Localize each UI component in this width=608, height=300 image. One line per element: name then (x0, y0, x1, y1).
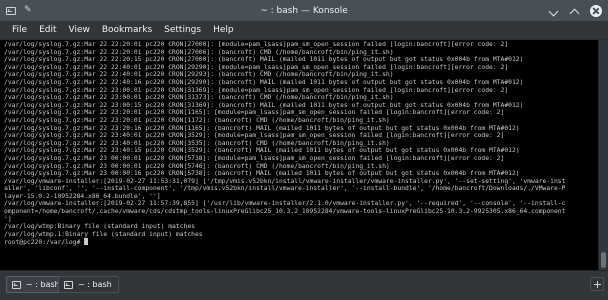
tab-bash-2[interactable]: ~ : bash (58, 276, 119, 293)
window-title: ~ : bash — Konsole (260, 5, 348, 16)
minimize-icon[interactable] (548, 5, 559, 16)
terminal-line: /var/log/syslog.7.gz:Mar 22 23:20:16 pc2… (4, 124, 520, 132)
terminal-line: /var/log/syslog.7.gz:Mar 22 23:40:01 pc2… (4, 139, 390, 147)
terminal-output[interactable]: /var/log/syslog.7.gz:Mar 22 22:20:01 pc2… (0, 40, 598, 270)
terminal-line: /var/log/syslog.7.gz:Mar 22 23:00:15 pc2… (4, 101, 524, 109)
terminal-line: /var/log/wtmp.1:Binary file (standard in… (4, 230, 203, 238)
terminal-line: /var/log/syslog.7.gz:Mar 22 23:20:01 pc2… (4, 116, 390, 124)
terminal-line: /var/log/syslog.7.gz:Mar 23 00:00:01 pc2… (4, 162, 390, 170)
terminal-line: /var/log/syslog.7.gz:Mar 22 23:20:01 pc2… (4, 109, 505, 117)
terminal-scrollbar[interactable] (598, 40, 608, 270)
terminal-line: /var/log/vmware-installer:[2019-02-27 11… (4, 177, 566, 185)
terminal-line: /var/log/vmware-installer:[2019-02-27 11… (4, 200, 566, 208)
scrollbar-thumb[interactable] (601, 252, 606, 268)
menu-file[interactable]: File (6, 21, 33, 40)
terminal-line: /var/log/syslog.7.gz:Mar 22 22:20:01 pc2… (4, 48, 394, 56)
terminal-icon (64, 280, 73, 289)
terminal-line: aller', 'libconf', '', '--install-compon… (4, 185, 566, 193)
terminal-line: /var/log/syslog.7.gz:Mar 22 23:00:01 pc2… (4, 94, 394, 102)
pin-icon[interactable]: ✎ (24, 6, 32, 15)
new-tab-button[interactable] (590, 277, 604, 291)
terminal-cursor (84, 238, 89, 246)
terminal-line: /var/log/syslog.7.gz:Mar 22 23:00:01 pc2… (4, 86, 509, 94)
menu-edit[interactable]: Edit (33, 21, 62, 40)
terminal-line: /var/log/syslog.7.gz:Mar 22 22:40:16 pc2… (4, 78, 524, 86)
menubar: File Edit View Bookmarks Settings Help (0, 21, 608, 40)
terminal-line: root@pc220:/var/log# (4, 238, 598, 246)
terminal-line: /var/log/syslog.7.gz:Mar 22 22:20:15 pc2… (4, 56, 524, 64)
terminal-line: /var/log/syslog.7.gz:Mar 22 23:40:15 pc2… (4, 147, 520, 155)
window-titlebar[interactable]: ✎ ~ : bash — Konsole (0, 0, 608, 21)
terminal-line: /var/log/syslog.7.gz:Mar 22 22:40:01 pc2… (4, 63, 509, 71)
menu-settings[interactable]: Settings (158, 21, 207, 40)
tab-label: ~ : bash (78, 280, 112, 289)
terminal-line: /var/log/wtmp:Binary file (standard inpu… (4, 223, 195, 231)
terminal-icon (12, 280, 21, 289)
terminal-line: /var/log/syslog.7.gz:Mar 23 00:00:01 pc2… (4, 154, 505, 162)
terminal-icon[interactable] (6, 6, 16, 15)
menu-bookmarks[interactable]: Bookmarks (96, 21, 158, 40)
terminal-line: layer-15.0.2-10952284.x86_64.bundle', ''… (4, 192, 161, 200)
terminal-line: /var/log/syslog.7.gz:Mar 22 23:40:01 pc2… (4, 132, 505, 140)
menu-help[interactable]: Help (207, 21, 240, 40)
terminal-line: '] (4, 215, 12, 223)
close-icon[interactable] (590, 4, 602, 17)
tab-bar: ~ : bash ~ : bash (0, 270, 608, 300)
terminal-line: /var/log/syslog.7.gz:Mar 23 00:00:16 pc2… (4, 170, 520, 178)
menu-view[interactable]: View (63, 21, 96, 40)
window-controls (548, 0, 602, 21)
terminal-line: /var/log/syslog.7.gz:Mar 22 22:20:01 pc2… (4, 41, 509, 48)
maximize-icon[interactable] (569, 5, 580, 16)
terminal-line: omponent=/home/bancroft/.cache/vmware/cd… (4, 208, 566, 216)
terminal-line: /var/log/syslog.7.gz:Mar 22 22:40:01 pc2… (4, 71, 394, 79)
tab-label: ~ : bash (26, 280, 60, 289)
